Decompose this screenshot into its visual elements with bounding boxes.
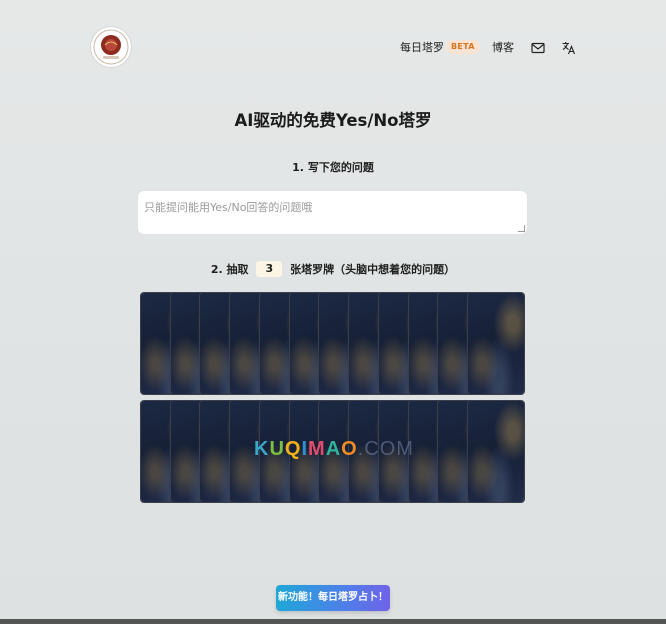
daily-tarot-promo-button[interactable]: 新功能！每日塔罗占卜！ (276, 585, 390, 611)
watermark-letter: K (254, 438, 270, 460)
beta-badge: BETA (446, 40, 480, 54)
mail-icon[interactable] (530, 40, 546, 56)
watermark-letter: Q (284, 438, 302, 460)
watermark: KUQIMAO.COM (254, 438, 414, 461)
tarot-card[interactable] (468, 293, 524, 394)
tarot-card[interactable] (468, 401, 524, 502)
watermark-letter: O (341, 438, 358, 460)
top-nav: 每日塔罗 BETA 博客 (0, 39, 666, 57)
watermark-letter: A (325, 438, 342, 460)
bottom-bar (0, 619, 666, 624)
draw-count-input[interactable]: 3 (256, 261, 283, 277)
watermark-letter: U (269, 438, 285, 460)
page-title: AI驱动的免费Yes/No塔罗 (234, 111, 432, 130)
step1-label: 1. 写下您的问题 (292, 161, 374, 174)
watermark-letter: M (308, 438, 326, 460)
step2-suffix: 张塔罗牌（头脑中想着您的问题） (290, 263, 456, 276)
nav-blog[interactable]: 博客 (492, 39, 514, 57)
nav-daily-tarot[interactable]: 每日塔罗 (400, 39, 444, 57)
question-placeholder: 只能提问能用Yes/No回答的问题哦 (144, 201, 313, 214)
question-input[interactable]: 只能提问能用Yes/No回答的问题哦 (138, 191, 527, 234)
step2-label: 2. 抽取 3 张塔罗牌（头脑中想着您的问题） (0, 261, 666, 277)
step2-prefix: 2. 抽取 (210, 263, 249, 276)
translate-icon[interactable] (561, 40, 577, 56)
resize-handle-icon[interactable] (517, 225, 526, 232)
watermark-suffix: .COM (357, 438, 414, 460)
card-deck-row-1 (141, 293, 524, 394)
